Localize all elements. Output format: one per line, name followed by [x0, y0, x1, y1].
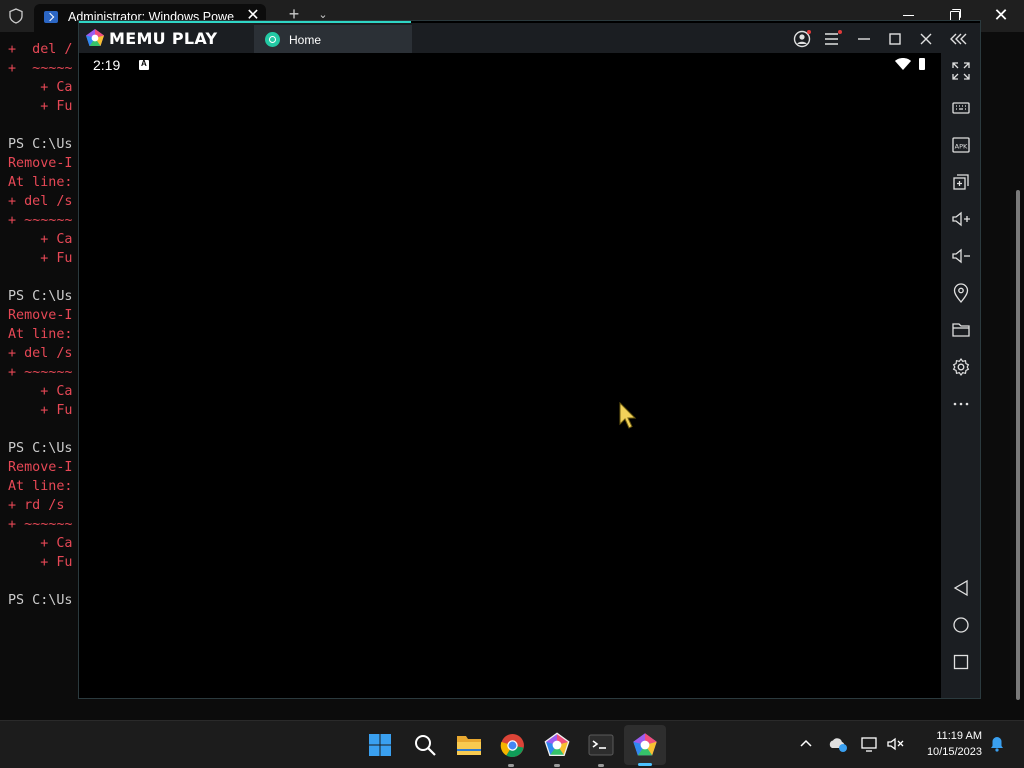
volume-muted-icon[interactable] [886, 735, 906, 753]
terminal-line: + Ca [8, 80, 73, 95]
memu-multi-instance-icon[interactable] [544, 732, 570, 758]
powershell-icon [44, 11, 58, 23]
terminal-line: + del / [8, 42, 73, 57]
running-indicator [508, 764, 514, 767]
onedrive-icon[interactable] [828, 735, 848, 753]
memu-toolbar: APK [941, 53, 980, 698]
status-time: 2:19 [93, 57, 121, 73]
clock-time[interactable]: 11:19 AM [910, 730, 982, 742]
keyboard-icon[interactable] [951, 98, 971, 118]
memu-logo-text: MEMU PLAY [109, 29, 218, 48]
terminal-line: + Ca [8, 232, 73, 247]
terminal-line: + ~~~~~~ [8, 213, 73, 228]
terminal-icon[interactable] [588, 733, 614, 757]
memu-tab-label: Home [289, 33, 322, 47]
terminal-line: + del /s [8, 346, 73, 361]
terminal-line: + rd /s [8, 498, 73, 513]
memu-play-icon [633, 733, 657, 756]
minimize-icon[interactable] [854, 29, 874, 49]
terminal-output[interactable]: + del / + ~~~~~ + Ca + Fu PS C:\Us Remove-I… [8, 40, 73, 610]
apk-icon[interactable]: APK [951, 135, 971, 155]
clock-date[interactable]: 10/15/2023 [910, 746, 982, 758]
running-indicator [598, 764, 604, 767]
terminal-line: PS C:\Us [8, 137, 73, 152]
memu-tab-home[interactable]: Home [254, 25, 412, 55]
volume-up-icon[interactable] [951, 209, 971, 229]
active-indicator [638, 763, 652, 766]
terminal-line: Remove-I [8, 156, 73, 171]
terminal-line: + ~~~~~~ [8, 517, 73, 532]
maximize-icon[interactable] [885, 29, 905, 49]
terminal-line: + Ca [8, 536, 73, 551]
memu-logo-icon [86, 29, 104, 46]
terminal-line: Remove-I [8, 308, 73, 323]
terminal-line: + Ca [8, 384, 73, 399]
terminal-line: PS C:\Us [8, 289, 73, 304]
mouse-cursor-icon [619, 402, 637, 429]
terminal-line: + Fu [8, 555, 73, 570]
network-icon[interactable] [860, 735, 880, 753]
notification-bell-icon[interactable] [988, 735, 1006, 753]
android-screen[interactable]: 2:19 [79, 53, 941, 698]
menu-icon[interactable] [822, 29, 842, 49]
back-icon[interactable] [951, 578, 971, 598]
terminal-line: At line: [8, 479, 73, 494]
terminal-line: At line: [8, 175, 73, 190]
start-button[interactable] [368, 733, 392, 757]
search-button[interactable] [413, 733, 437, 757]
app-icon [265, 32, 280, 47]
close-icon[interactable] [916, 29, 936, 49]
terminal-line: PS C:\Us [8, 441, 73, 456]
terminal-scrollbar[interactable] [1016, 190, 1020, 700]
file-explorer-icon[interactable] [456, 733, 482, 757]
svg-text:APK: APK [955, 143, 968, 151]
folder-icon[interactable] [951, 320, 971, 340]
shield-icon [9, 8, 23, 24]
terminal-line: + Fu [8, 251, 73, 266]
terminal-line: + Fu [8, 99, 73, 114]
volume-down-icon[interactable] [951, 246, 971, 266]
terminal-line: PS C:\Us [8, 593, 73, 608]
terminal-line: + ~~~~~ [8, 61, 73, 76]
memu-titlebar: MEMU PLAY Home [79, 23, 980, 55]
terminal-line: + del /s [8, 194, 73, 209]
recents-icon[interactable] [951, 652, 971, 672]
account-icon[interactable] [792, 29, 812, 49]
running-indicator [554, 764, 560, 767]
location-icon[interactable] [951, 283, 971, 303]
home-icon[interactable] [951, 615, 971, 635]
terminal-line: + ~~~~~~ [8, 365, 73, 380]
terminal-line: + Fu [8, 403, 73, 418]
memu-play-taskbar-button[interactable] [624, 725, 666, 766]
chrome-icon[interactable] [500, 733, 525, 758]
more-icon[interactable] [951, 394, 971, 414]
chevron-up-icon[interactable] [797, 735, 815, 753]
terminal-line: Remove-I [8, 460, 73, 475]
collapse-sidebar-icon[interactable] [949, 29, 969, 49]
settings-icon[interactable] [951, 357, 971, 377]
taskbar: 11:19 AM 10/15/2023 [0, 720, 1024, 768]
fullscreen-icon[interactable] [951, 61, 971, 81]
notification-icon [139, 59, 149, 70]
multi-instance-icon[interactable] [951, 172, 971, 192]
terminal-line: At line: [8, 327, 73, 342]
memu-window: MEMU PLAY Home 2:19 APK [78, 20, 981, 699]
wifi-icon [895, 58, 911, 70]
battery-icon [919, 58, 925, 70]
close-button[interactable]: ✕ [990, 4, 1012, 26]
